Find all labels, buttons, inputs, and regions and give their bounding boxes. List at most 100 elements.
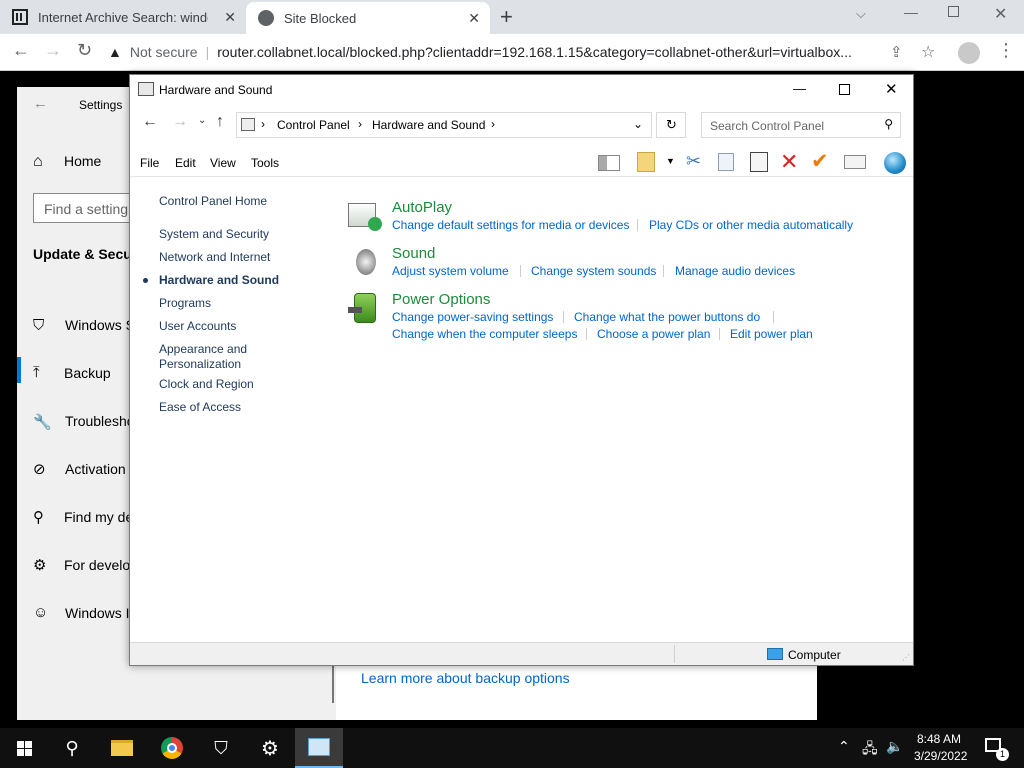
settings-item-windows-security[interactable]: Windows S: [65, 317, 135, 333]
show-hidden-icons-chevron[interactable]: ⌃: [838, 738, 850, 755]
power-change-sleep-link[interactable]: Change when the computer sleeps: [392, 327, 577, 341]
power-options-icon[interactable]: [348, 291, 382, 325]
home-icon: ⌂: [33, 153, 43, 170]
close-icon[interactable]: ✕: [994, 4, 1007, 24]
clock-time[interactable]: 8:48 AM: [917, 732, 961, 746]
maximize-icon[interactable]: [839, 84, 850, 95]
tab-site-blocked[interactable]: Site Blocked ✕: [246, 2, 490, 34]
folder-views-icon[interactable]: [637, 152, 655, 172]
tab-close-icon[interactable]: ✕: [468, 10, 480, 27]
reload-icon[interactable]: ↻: [77, 40, 92, 61]
new-tab-button[interactable]: +: [500, 4, 513, 30]
menu-dots-icon[interactable]: ⋮: [997, 40, 1015, 61]
globe-icon[interactable]: [884, 152, 906, 174]
views-chevron-icon[interactable]: ▼: [666, 156, 675, 166]
speaker-icon[interactable]: [352, 247, 380, 277]
nav-appearance-and-personalization[interactable]: Appearance and: [159, 342, 247, 356]
minimize-icon[interactable]: —: [793, 81, 806, 96]
autoplay-play-cds-link[interactable]: Play CDs or other media automatically: [649, 218, 853, 232]
control-panel-icon: [241, 118, 255, 131]
back-icon[interactable]: ←: [33, 95, 48, 112]
copy-icon[interactable]: [718, 153, 734, 171]
clock-date[interactable]: 3/29/2022: [914, 749, 967, 763]
paste-icon[interactable]: [750, 152, 768, 172]
tab-internet-archive[interactable]: Internet Archive Search: windows ✕: [0, 0, 246, 34]
sound-change-system-sounds-link[interactable]: Change system sounds: [531, 264, 656, 278]
preview-pane-icon[interactable]: [598, 155, 620, 171]
learn-more-link[interactable]: Learn more about backup options: [361, 670, 570, 686]
refresh-button[interactable]: ↻: [656, 112, 686, 138]
tab-close-icon[interactable]: ✕: [224, 9, 236, 26]
dropdown-chevron-icon[interactable]: ⌄: [633, 117, 643, 131]
search-control-panel-input[interactable]: Search Control Panel ⚲: [701, 112, 901, 138]
properties-icon[interactable]: [844, 155, 866, 169]
nav-system-and-security[interactable]: System and Security: [159, 227, 269, 241]
settings-item-windows-insider[interactable]: Windows I: [65, 605, 130, 621]
power-change-saving-settings-link[interactable]: Change power-saving settings: [392, 310, 553, 324]
volume-icon[interactable]: 🔈: [886, 738, 903, 755]
cut-icon[interactable]: ✂: [686, 151, 701, 172]
settings-item-developers[interactable]: For develo: [64, 557, 130, 573]
power-change-buttons-link[interactable]: Change what the power buttons do: [574, 310, 760, 324]
sound-manage-audio-devices-link[interactable]: Manage audio devices: [675, 264, 795, 278]
backup-icon: ⤒: [33, 364, 40, 381]
forward-icon[interactable]: →: [44, 40, 62, 61]
menu-file[interactable]: File: [140, 156, 159, 170]
up-icon[interactable]: ↑: [216, 113, 224, 131]
power-options-title[interactable]: Power Options: [392, 291, 490, 308]
network-icon[interactable]: 🖧: [862, 738, 878, 762]
security-button[interactable]: ⛉: [197, 728, 245, 768]
profile-avatar[interactable]: [958, 42, 980, 64]
nav-programs[interactable]: Programs: [159, 296, 211, 310]
settings-item-find-my-device[interactable]: Find my de: [64, 509, 133, 525]
start-button[interactable]: [0, 728, 48, 768]
menu-tools[interactable]: Tools: [251, 156, 279, 170]
link-separator: [719, 328, 720, 340]
minimize-icon[interactable]: —: [904, 4, 918, 20]
breadcrumb-control-panel[interactable]: Control Panel: [277, 118, 350, 132]
control-panel-taskbar-button[interactable]: [295, 728, 343, 768]
nav-control-panel-home[interactable]: Control Panel Home: [159, 194, 267, 208]
tab-search-chevron-icon[interactable]: ⌵: [856, 6, 866, 22]
autoplay-title[interactable]: AutoPlay: [392, 199, 452, 216]
sound-title[interactable]: Sound: [392, 245, 435, 262]
close-icon[interactable]: ✕: [885, 80, 898, 98]
checkmark-icon[interactable]: ✔: [811, 149, 829, 174]
nav-appearance-and-personalization-line2[interactable]: Personalization: [159, 357, 241, 371]
breadcrumb[interactable]: › Control Panel › Hardware and Sound › ⌄: [236, 112, 652, 138]
share-icon[interactable]: ⇪: [890, 43, 903, 61]
settings-item-troubleshoot[interactable]: Troublesho: [65, 413, 135, 429]
breadcrumb-hardware-and-sound[interactable]: Hardware and Sound: [372, 118, 485, 132]
delete-icon[interactable]: ✕: [780, 149, 798, 175]
settings-button[interactable]: ⚙: [246, 728, 294, 768]
forward-icon[interactable]: →: [172, 113, 188, 131]
settings-item-activation[interactable]: Activation: [65, 461, 126, 477]
autoplay-change-defaults-link[interactable]: Change default settings for media or dev…: [392, 218, 629, 232]
nav-clock-and-region[interactable]: Clock and Region: [159, 377, 254, 391]
recent-chevron-icon[interactable]: ⌄: [198, 115, 206, 126]
sound-adjust-volume-link[interactable]: Adjust system volume: [392, 264, 509, 278]
autoplay-icon[interactable]: [348, 201, 382, 231]
power-choose-plan-link[interactable]: Choose a power plan: [597, 327, 710, 341]
chrome-button[interactable]: [148, 728, 196, 768]
settings-home-link[interactable]: Home: [64, 153, 101, 169]
nav-ease-of-access[interactable]: Ease of Access: [159, 400, 241, 414]
control-panel-icon: [308, 738, 330, 756]
settings-item-backup[interactable]: Backup: [64, 365, 111, 381]
bookmark-star-icon[interactable]: ☆: [921, 42, 935, 62]
nav-network-and-internet[interactable]: Network and Internet: [159, 250, 270, 264]
nav-user-accounts[interactable]: User Accounts: [159, 319, 236, 333]
link-separator: [773, 311, 774, 323]
power-edit-plan-link[interactable]: Edit power plan: [730, 327, 813, 341]
file-explorer-button[interactable]: [98, 728, 146, 768]
search-button[interactable]: ⚲: [48, 728, 96, 768]
back-icon[interactable]: ←: [12, 40, 30, 61]
control-panel-window: Hardware and Sound — ✕ ← → ⌄ ↑ › Control…: [129, 74, 914, 666]
resize-grip-icon[interactable]: ⋰: [902, 653, 910, 662]
status-zone: Computer: [788, 648, 841, 662]
back-icon[interactable]: ←: [142, 113, 158, 131]
menu-view[interactable]: View: [210, 156, 236, 170]
address-bar[interactable]: ▲ Not secure | router.collabnet.local/bl…: [108, 38, 878, 66]
menu-edit[interactable]: Edit: [175, 156, 196, 170]
restore-icon[interactable]: [948, 6, 959, 17]
